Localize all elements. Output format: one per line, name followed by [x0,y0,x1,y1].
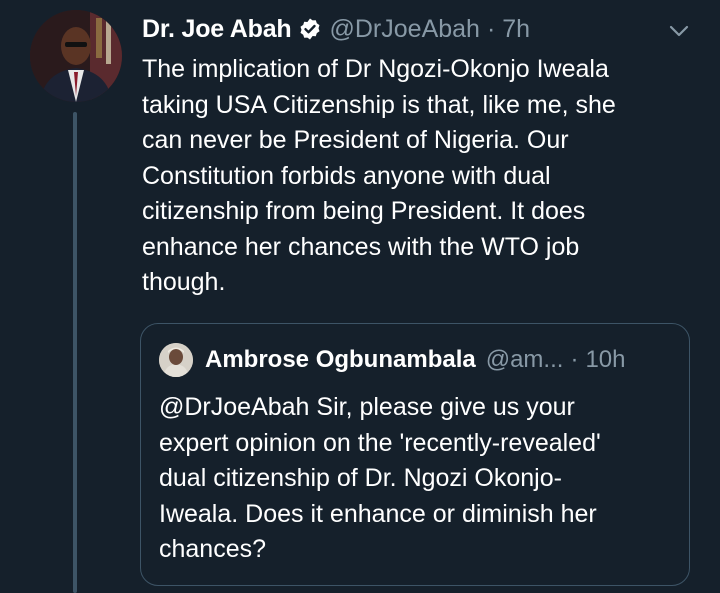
quoted-tweet-text: @DrJoeAbah Sir, please give us your expe… [159,393,601,563]
quoted-tweet-header: Ambrose Ogbunambala @am... · 10h [159,342,671,378]
quoted-handle: @am... [485,346,564,373]
quoted-separator-dot: · [570,346,579,373]
quoted-avatar [159,343,193,377]
tweet-header: Dr. Joe Abah @DrJoeAbah · 7h [142,12,670,46]
tweet-text: The implication of Dr Ngozi-Okonjo Iweal… [142,55,616,296]
display-name[interactable]: Dr. Joe Abah [142,15,292,44]
chevron-down-icon[interactable] [666,18,692,44]
handle[interactable]: @DrJoeAbah [330,15,480,44]
tweet[interactable]: Dr. Joe Abah @DrJoeAbah · 7h The implica… [0,0,720,593]
separator-dot: · [486,14,496,43]
avatar[interactable] [30,10,122,102]
timestamp[interactable]: 7h [502,15,530,44]
quoted-timestamp: 10h [585,346,626,373]
quoted-tweet[interactable]: Ambrose Ogbunambala @am... · 10h @DrJoeA… [140,323,690,586]
quoted-display-name: Ambrose Ogbunambala [205,346,476,373]
verified-badge-icon [298,17,322,41]
thread-line [73,112,77,593]
